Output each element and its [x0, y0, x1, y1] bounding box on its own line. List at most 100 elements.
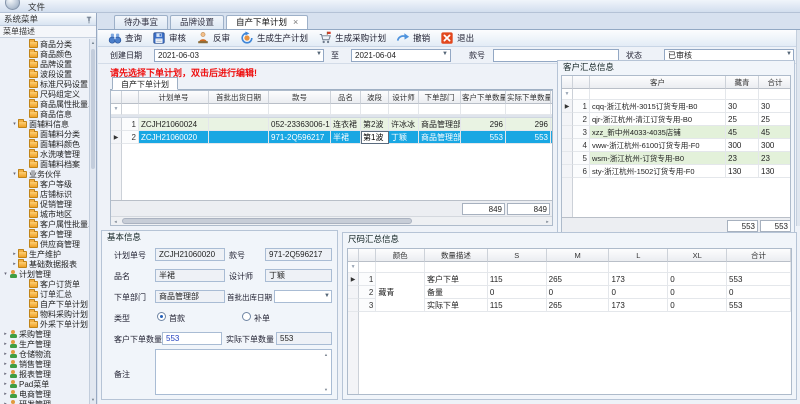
- chevron-down-icon[interactable]: ▼: [324, 293, 330, 299]
- app-orb-icon[interactable]: [5, 0, 20, 10]
- column-header[interactable]: 数量描述: [425, 249, 488, 262]
- remark-textarea[interactable]: [155, 349, 332, 395]
- sidebar-item[interactable]: ▸ 生产管理: [0, 339, 89, 349]
- customer-row[interactable]: 4 vww-浙江杭州-6100订货专用-F0 300 300: [562, 139, 791, 152]
- expand-icon[interactable]: ▾: [11, 121, 18, 127]
- chevron-down-icon[interactable]: ▼: [442, 51, 448, 57]
- undo-button[interactable]: 撤销: [396, 31, 430, 45]
- form-scrollbar[interactable]: [796, 30, 800, 226]
- audit-button[interactable]: 审核: [152, 31, 186, 45]
- scroll-up-icon[interactable]: ▲: [324, 352, 328, 357]
- sidebar-item[interactable]: ▸ 研发管理: [0, 399, 89, 404]
- tab-brand-settings[interactable]: 品牌设置: [170, 15, 224, 29]
- filter-row[interactable]: ▼: [562, 89, 791, 100]
- date-to-input[interactable]: [351, 49, 451, 62]
- customer-row[interactable]: 5 wsm-浙江杭州-订货专用-B0 23 23: [562, 152, 791, 165]
- expand-icon[interactable]: ▸: [2, 391, 9, 397]
- customer-row[interactable]: ▶1 cqq-浙江杭州-3015订货专用-B0 30 30: [562, 100, 791, 113]
- expand-icon[interactable]: ▸: [11, 251, 18, 257]
- file-menu[interactable]: 文件: [28, 1, 45, 13]
- pin-icon[interactable]: [85, 15, 93, 28]
- tab-self-order-plan[interactable]: 自产下单计划×: [226, 15, 308, 29]
- expand-icon[interactable]: ▸: [2, 371, 9, 377]
- tab-todo[interactable]: 待办事宜: [114, 15, 168, 29]
- style-no-field[interactable]: 971-2Q596217: [265, 248, 332, 261]
- sidebar-item[interactable]: 外采下单计划: [0, 319, 89, 329]
- column-header[interactable]: 客户下单数量: [461, 91, 506, 104]
- reverse-audit-button[interactable]: 反审: [196, 31, 230, 45]
- scrollbar-thumb[interactable]: [91, 49, 95, 169]
- column-header[interactable]: 计划单号: [139, 91, 209, 104]
- sidebar-item[interactable]: 店铺标识: [0, 189, 89, 199]
- column-header[interactable]: XL: [668, 249, 727, 262]
- sidebar-item[interactable]: 供应商管理: [0, 239, 89, 249]
- column-header[interactable]: 下单部门: [419, 91, 461, 104]
- sidebar-item[interactable]: 标准尺码设置: [0, 79, 89, 89]
- column-header[interactable]: 波段: [361, 91, 389, 104]
- sidebar-item[interactable]: 客户管理: [0, 229, 89, 239]
- exit-button[interactable]: 退出: [440, 31, 474, 45]
- type-first-radio[interactable]: [157, 312, 166, 321]
- sidebar-item[interactable]: ▾ 计划管理: [0, 269, 89, 279]
- expand-icon[interactable]: ▸: [2, 331, 9, 337]
- expand-icon[interactable]: ▸: [2, 351, 9, 357]
- generate-purchase-plan-button[interactable]: 生成采购计划: [318, 31, 386, 45]
- inner-tab-self-order-plan[interactable]: 自产下单计划: [112, 77, 178, 90]
- column-header[interactable]: 合计: [727, 249, 791, 262]
- sidebar-item[interactable]: 客户等级: [0, 179, 89, 189]
- designer-field[interactable]: 丁颖: [265, 269, 332, 282]
- sidebar-item[interactable]: 面辅料档案: [0, 159, 89, 169]
- chevron-down-icon[interactable]: ▼: [786, 51, 792, 57]
- column-header[interactable]: S: [488, 249, 547, 262]
- product-name-field[interactable]: 半裙: [155, 269, 225, 282]
- expand-icon[interactable]: ▸: [2, 341, 9, 347]
- sidebar-item[interactable]: 尺码组定义: [0, 89, 89, 99]
- sidebar-item[interactable]: ▸ 基础数据报表: [0, 259, 89, 269]
- sidebar-item[interactable]: ▸ 仓储物流: [0, 349, 89, 359]
- column-header[interactable]: 品名: [331, 91, 361, 104]
- sidebar-item[interactable]: ▾ 业务伙伴: [0, 169, 89, 179]
- filter-row[interactable]: ▼: [111, 104, 553, 115]
- sidebar-item[interactable]: 促销管理: [0, 199, 89, 209]
- sidebar-item[interactable]: ▾ 面辅料信息: [0, 119, 89, 129]
- date-from-input[interactable]: [154, 49, 324, 62]
- sidebar-item[interactable]: 水洗唛管理: [0, 149, 89, 159]
- type-repeat-radio[interactable]: [242, 312, 251, 321]
- wave-edit-cell[interactable]: 第1波: [361, 131, 389, 144]
- sidebar-scrollbar[interactable]: ▲ ▼: [89, 39, 96, 404]
- column-header[interactable]: 设计师: [389, 91, 419, 104]
- plan-no-field[interactable]: ZCJH21060020: [155, 248, 225, 261]
- chevron-down-icon[interactable]: ▼: [316, 51, 322, 57]
- generate-production-plan-button[interactable]: 生成生产计划: [240, 31, 308, 45]
- sidebar-item[interactable]: 物料采购计划: [0, 309, 89, 319]
- sidebar-item[interactable]: 商品属性批量...: [0, 99, 89, 109]
- customer-row[interactable]: 2 qjr-浙江杭州-清江订货专用-B0 25 25: [562, 113, 791, 126]
- sidebar-item[interactable]: ▸ Pad菜单: [0, 379, 89, 389]
- sidebar-item[interactable]: 商品颜色: [0, 49, 89, 59]
- horizontal-scrollbar[interactable]: ◄ ►: [111, 216, 552, 225]
- sidebar-item[interactable]: 城市地区: [0, 209, 89, 219]
- sidebar-item[interactable]: ▸ 电商管理: [0, 389, 89, 399]
- column-header[interactable]: 颜色: [376, 249, 425, 262]
- expand-icon[interactable]: ▸: [2, 361, 9, 367]
- query-button[interactable]: 查询: [108, 31, 142, 45]
- sidebar-item[interactable]: 商品分类: [0, 39, 89, 49]
- sidebar-item[interactable]: ▸ 采购管理: [0, 329, 89, 339]
- column-header[interactable]: 首批出货日期: [209, 91, 269, 104]
- column-header[interactable]: 款号: [269, 91, 331, 104]
- customer-row[interactable]: 3 xzz_新中州4033-4035店铺 45 45: [562, 126, 791, 139]
- scroll-up-icon[interactable]: ▲: [90, 39, 96, 47]
- sidebar-item[interactable]: 客户属性批量...: [0, 219, 89, 229]
- sidebar-item[interactable]: 客户订货单: [0, 279, 89, 289]
- sidebar-item[interactable]: ▸ 生产维护: [0, 249, 89, 259]
- sidebar-item[interactable]: 商品信息: [0, 109, 89, 119]
- plan-row-selected[interactable]: ▶2 ZCJH21060020 971-2Q596217 半裙 第1波 丁颖 商…: [111, 131, 553, 144]
- sidebar-item[interactable]: ▸ 报表管理: [0, 369, 89, 379]
- size-row[interactable]: ▶1 藏青 客户下单 115 265 173 0 553: [348, 273, 791, 286]
- scroll-left-icon[interactable]: ◄: [111, 218, 120, 225]
- expand-icon[interactable]: ▾: [11, 171, 18, 177]
- column-header[interactable]: 藏青: [726, 76, 759, 89]
- column-header[interactable]: 实际下单数量: [506, 91, 551, 104]
- order-dept-field[interactable]: 商品管理部: [155, 290, 225, 303]
- filter-row[interactable]: ▼: [348, 262, 791, 273]
